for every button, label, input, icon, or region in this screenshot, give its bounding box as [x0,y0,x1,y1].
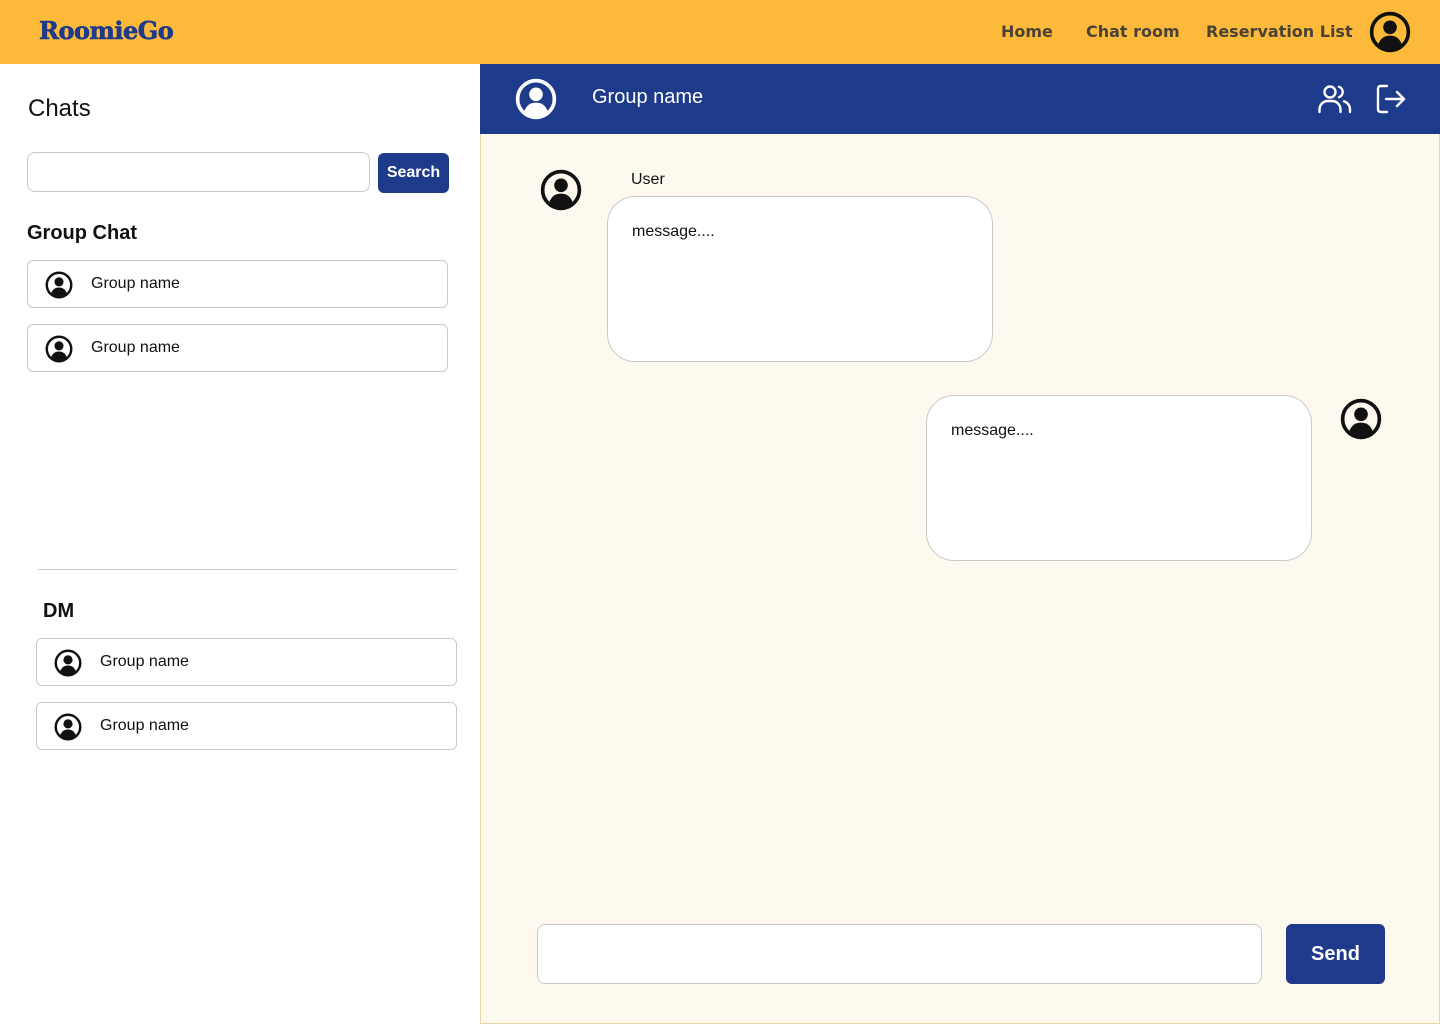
message-text: message.... [951,422,1034,439]
search-button[interactable]: Search [378,153,449,193]
chat-header: Group name [480,64,1440,134]
profile-avatar-icon[interactable] [1369,11,1411,53]
group-chat-heading: Group Chat [27,222,137,244]
logout-icon[interactable] [1373,81,1409,117]
chat-item-label: Group name [100,717,189,734]
dm-chat-item[interactable]: Group name [36,638,457,686]
users-icon[interactable] [1317,81,1353,117]
sender-name: User [631,171,665,188]
nav-link-chat-room[interactable]: Chat room [1086,22,1180,41]
message-text: message.... [632,223,715,240]
nav-link-home[interactable]: Home [1001,22,1053,41]
user-circle-icon [45,335,73,363]
chat-search-input[interactable] [27,152,370,192]
send-button[interactable]: Send [1286,924,1385,984]
group-chat-item[interactable]: Group name [27,260,448,308]
user-circle-icon [54,713,82,741]
incoming-message-bubble: message.... [607,196,993,362]
message-area: User message.... message.... Send [480,134,1440,1024]
own-avatar-icon [1340,398,1382,440]
group-avatar-icon [515,78,557,120]
dm-chat-item[interactable]: Group name [36,702,457,750]
nav-link-reservation-list[interactable]: Reservation List [1206,22,1353,41]
user-circle-icon [54,649,82,677]
outgoing-message-bubble: message.... [926,395,1312,561]
chat-item-label: Group name [100,653,189,670]
sender-avatar-icon [540,169,582,211]
section-divider [38,569,457,570]
sidebar-title: Chats [28,95,91,122]
message-input[interactable] [537,924,1262,984]
top-navbar: RoomieGo Home Chat room Reservation List [0,0,1440,64]
chat-sidebar: Chats Search Group Chat Group name Group… [0,64,480,1024]
chat-item-label: Group name [91,275,180,292]
chat-item-label: Group name [91,339,180,356]
dm-heading: DM [43,600,75,622]
app-logo[interactable]: RoomieGo [39,16,174,46]
user-circle-icon [45,271,73,299]
group-chat-item[interactable]: Group name [27,324,448,372]
chat-title: Group name [592,86,704,108]
